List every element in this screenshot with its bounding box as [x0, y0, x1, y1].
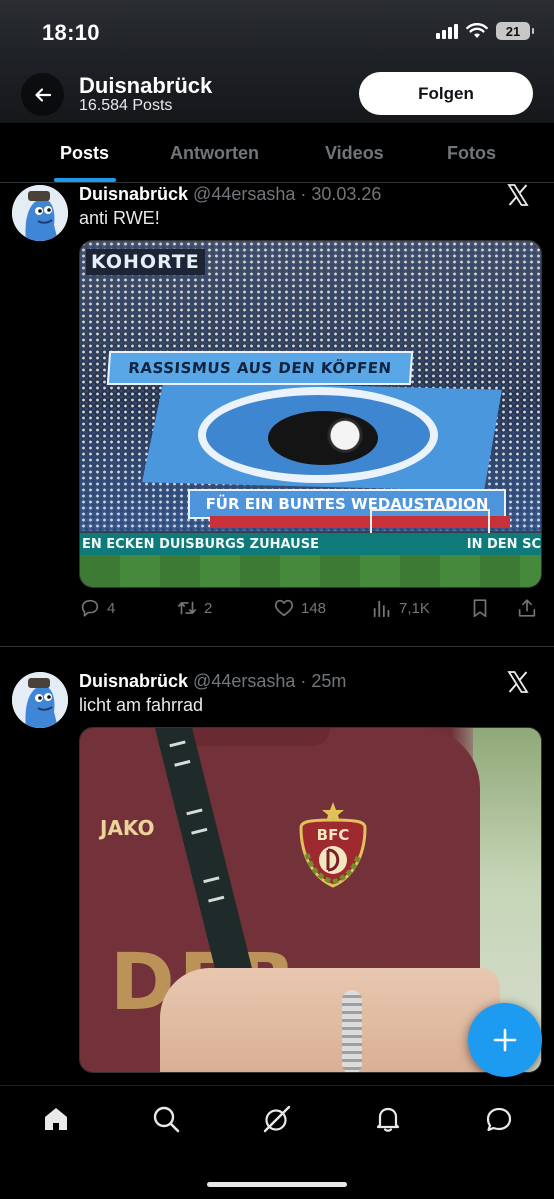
active-tab-indicator	[54, 178, 116, 182]
grok-icon[interactable]	[262, 1104, 292, 1134]
search-icon[interactable]	[151, 1104, 181, 1134]
arm	[160, 968, 500, 1072]
football-emblem	[268, 411, 378, 465]
post-image[interactable]: KOHORTE RASSISMUS AUS DEN KÖPFEN FÜR EIN…	[79, 240, 542, 588]
avatar[interactable]	[12, 672, 68, 728]
jersey-brand: JAKO	[100, 816, 155, 840]
battery-icon: 21	[496, 22, 534, 40]
author-meta: @44ersasha · 30.03.26	[193, 184, 382, 204]
post-author-line: Duisnabrück @44ersasha · 30.03.26	[79, 184, 381, 205]
plus-icon	[493, 1028, 517, 1052]
share-icon	[518, 599, 536, 617]
profile-tabs: Posts Antworten Videos Fotos	[0, 123, 554, 183]
follow-button[interactable]: Folgen	[359, 72, 533, 115]
pitch	[80, 555, 541, 587]
tab-antworten[interactable]: Antworten	[170, 143, 259, 164]
compose-button[interactable]	[468, 1003, 542, 1077]
repost-icon	[177, 601, 197, 615]
like-button[interactable]: 148	[273, 597, 326, 619]
back-button[interactable]	[21, 73, 64, 116]
ad-board-left: EN ECKEN DUISBURGS ZUHAUSE	[82, 536, 319, 552]
kohorte-sign: KOHORTE	[86, 249, 205, 275]
arrow-left-icon	[34, 87, 51, 102]
post-actions: 4 2 148 7,1K	[79, 597, 542, 621]
avatar-image	[12, 185, 68, 241]
bracelet	[342, 990, 362, 1072]
bookmark-icon	[473, 599, 487, 618]
post-count: 16.584 Posts	[79, 97, 173, 114]
reply-count: 4	[107, 599, 116, 617]
status-time: 18:10	[42, 20, 100, 45]
avatar[interactable]	[12, 185, 68, 241]
author-name[interactable]: Duisnabrück	[79, 184, 188, 204]
ad-board-right: IN DEN SC	[466, 537, 541, 552]
status-bar: 18:10 21	[0, 0, 554, 62]
post[interactable]: Duisnabrück @44ersasha · 25m licht am fa…	[0, 670, 554, 1080]
post-divider	[0, 646, 554, 647]
signal-icon	[436, 23, 458, 39]
x-logo-icon	[507, 184, 529, 206]
author-meta: @44ersasha · 25m	[193, 671, 347, 691]
ad-board: EN ECKEN DUISBURGS ZUHAUSE IN DEN SC	[80, 533, 541, 555]
post-text: anti RWE!	[79, 208, 160, 228]
tab-videos[interactable]: Videos	[325, 143, 384, 164]
stadium-photo: KOHORTE RASSISMUS AUS DEN KÖPFEN FÜR EIN…	[80, 241, 541, 587]
post-text: licht am fahrrad	[79, 695, 204, 715]
notifications-icon[interactable]	[373, 1104, 403, 1134]
views-button[interactable]: 7,1K	[371, 597, 430, 619]
tab-fotos[interactable]: Fotos	[447, 143, 496, 164]
heart-icon	[274, 599, 294, 617]
views-icon	[373, 600, 390, 618]
author-name[interactable]: Duisnabrück	[79, 671, 188, 691]
bookmark-button[interactable]	[469, 597, 491, 619]
reply-icon	[81, 599, 99, 617]
profile-name: Duisnabrück	[79, 73, 213, 98]
crest-text: BFC	[317, 826, 350, 844]
banner-top: RASSISMUS AUS DEN KÖPFEN	[106, 351, 414, 385]
reply-button[interactable]: 4	[79, 597, 115, 619]
home-indicator	[207, 1182, 347, 1187]
post[interactable]: Duisnabrück @44ersasha · 30.03.26 anti R…	[0, 183, 554, 646]
x-logo-icon	[507, 671, 529, 693]
post-author-line: Duisnabrück @44ersasha · 25m	[79, 671, 346, 692]
share-button[interactable]	[516, 597, 538, 619]
avatar-image	[12, 672, 68, 728]
home-icon[interactable]	[41, 1104, 71, 1134]
wifi-icon	[466, 23, 488, 38]
tab-posts[interactable]: Posts	[60, 143, 109, 164]
bfc-crest-icon: BFC	[299, 802, 367, 888]
view-count: 7,1K	[399, 599, 430, 617]
like-count: 148	[301, 599, 327, 617]
messages-icon[interactable]	[484, 1104, 514, 1134]
repost-button[interactable]: 2	[176, 597, 212, 619]
repost-count: 2	[204, 599, 213, 617]
status-icons: 21	[436, 22, 534, 40]
